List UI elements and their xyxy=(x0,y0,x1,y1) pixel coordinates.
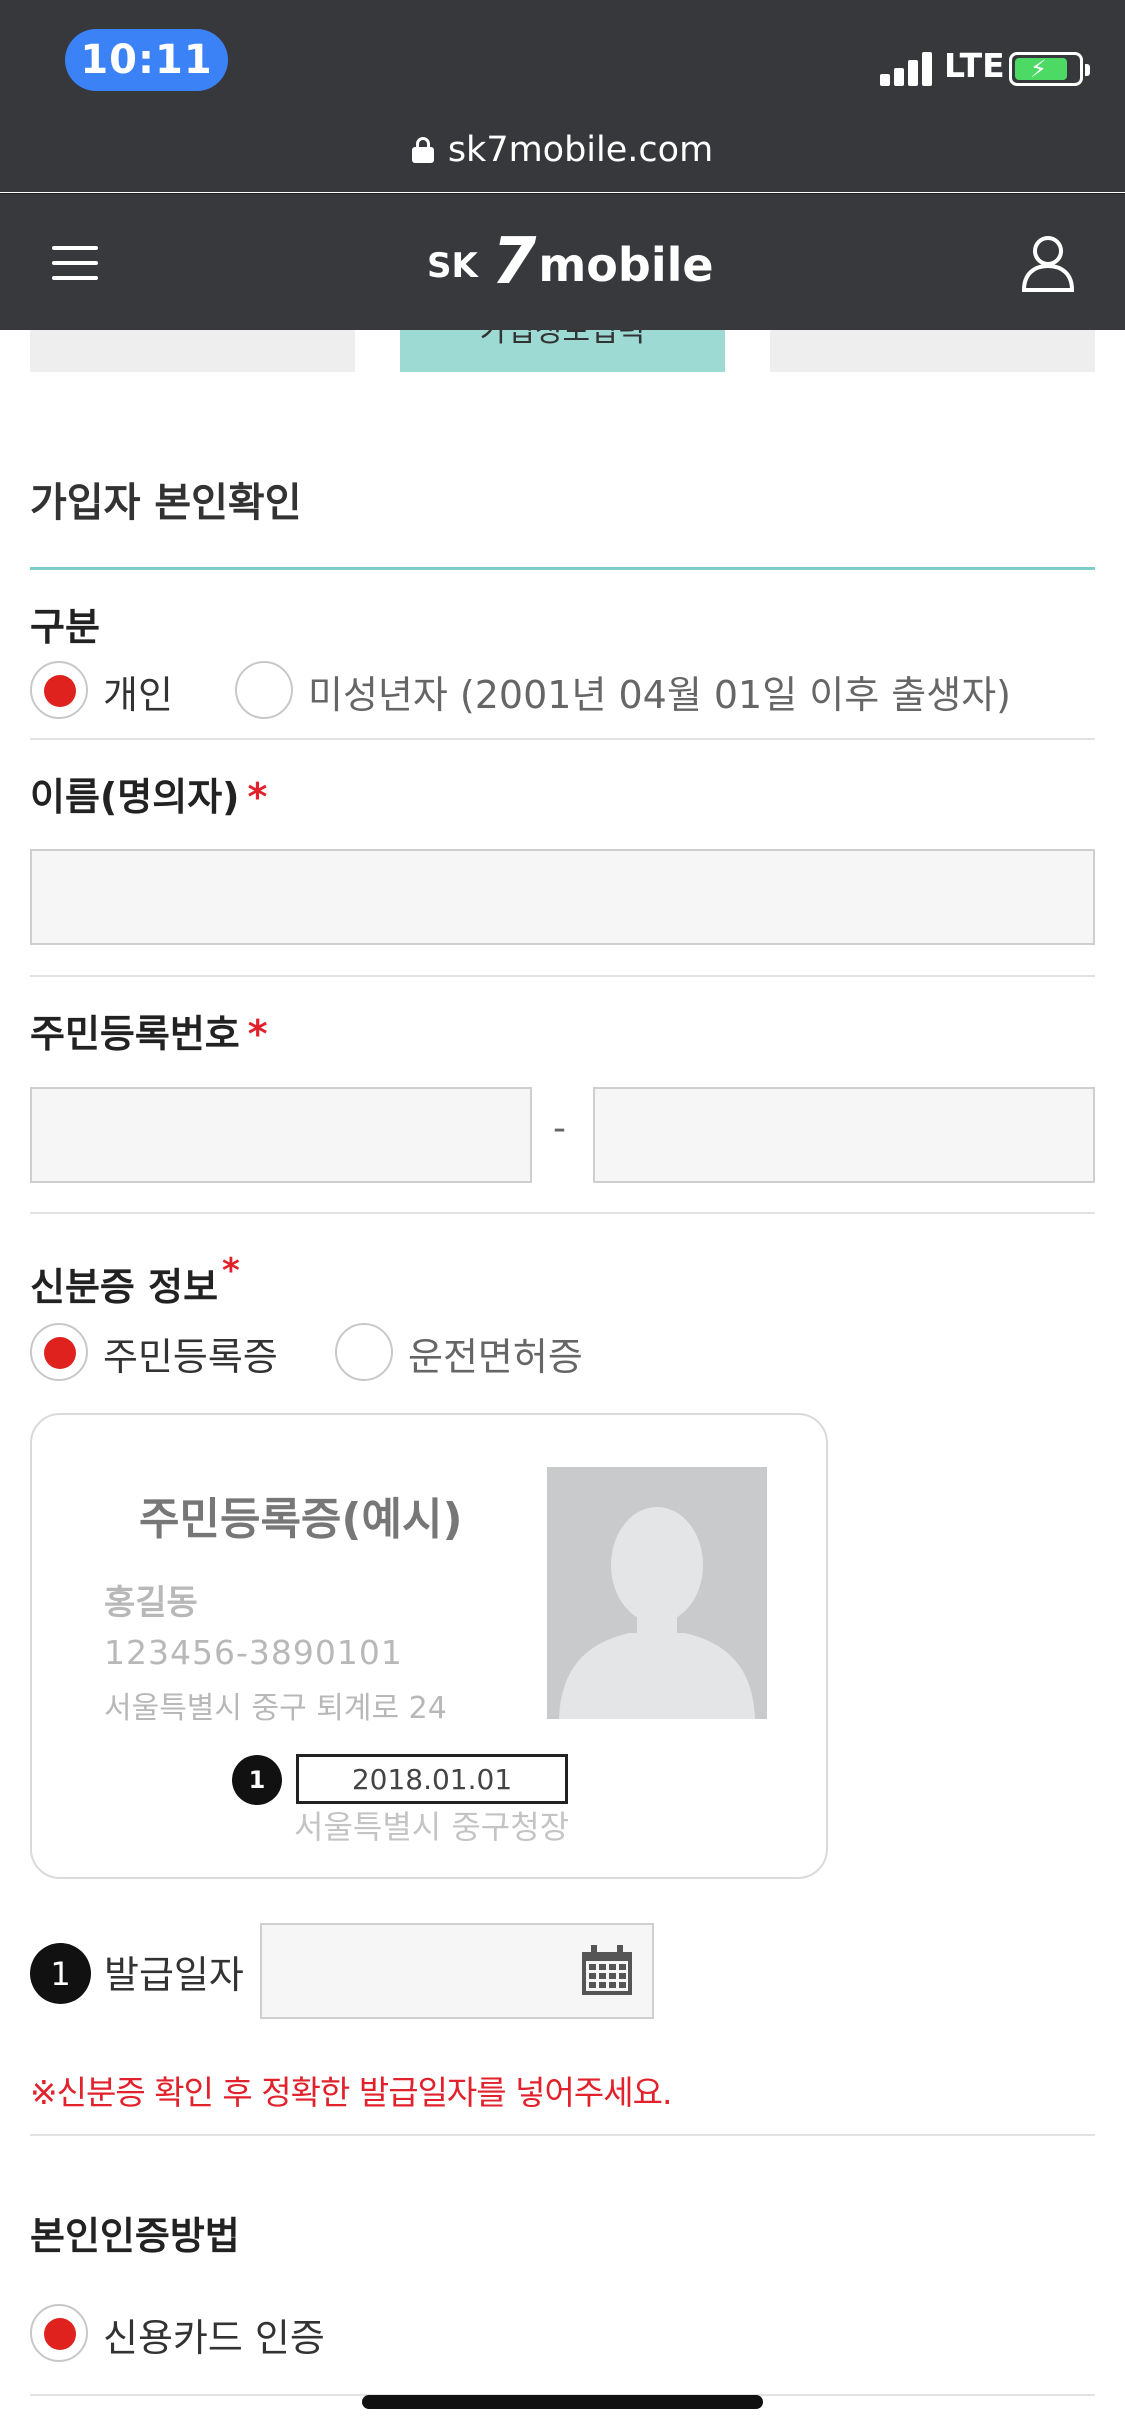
hamburger-icon[interactable] xyxy=(52,246,98,280)
rrn-label: 주민등록번호 * xyxy=(30,1003,268,1058)
id-card-photo-placeholder xyxy=(547,1467,767,1719)
calendar-icon[interactable] xyxy=(580,1945,634,1997)
step-tab-3 xyxy=(770,330,1095,372)
section-title-underline xyxy=(30,567,1095,570)
battery-icon: ⚡ xyxy=(1009,52,1090,86)
id-card-issuer: 서울특별시 중구청장 xyxy=(294,1808,570,1846)
auth-radio-credit-card-label[interactable]: 신용카드 인증 xyxy=(103,2307,325,2362)
issue-date-marker: 1 xyxy=(30,1943,91,2004)
name-label: 이름(명의자) * xyxy=(30,766,267,821)
id-radio-driver-license[interactable] xyxy=(335,1323,393,1381)
issue-date-label: 발급일자 xyxy=(104,1953,244,1997)
required-mark: * xyxy=(222,1251,240,1291)
id-info-label-text: 신분증 정보 xyxy=(30,1265,219,1309)
divider xyxy=(30,975,1095,977)
auth-method-label: 본인인증방법 xyxy=(30,2214,240,2258)
signal-icon xyxy=(880,50,935,86)
issue-date-input[interactable] xyxy=(260,1923,654,2019)
id-info-label: 신분증 정보 * xyxy=(30,1251,240,1311)
home-indicator[interactable] xyxy=(362,2395,763,2409)
id-card-title: 주민등록증(예시) xyxy=(139,1494,463,1545)
divider xyxy=(30,2134,1095,2136)
id-card-name: 홍길동 xyxy=(104,1583,198,1623)
status-time: 10:11 xyxy=(65,29,228,91)
type-radio-individual[interactable] xyxy=(30,661,88,719)
id-radio-resident-card[interactable] xyxy=(30,1323,88,1381)
name-input[interactable] xyxy=(30,849,1095,945)
rrn-separator: - xyxy=(553,1108,566,1149)
step-tab-1 xyxy=(30,330,355,372)
logo-mobile: mobile xyxy=(538,238,714,292)
id-card-marker: 1 xyxy=(232,1755,282,1805)
type-radio-minor[interactable] xyxy=(235,661,293,719)
id-card-example: 주민등록증(예시) 홍길동 123456-3890101 서울특별시 중구 퇴계… xyxy=(30,1413,828,1879)
divider xyxy=(30,738,1095,740)
logo-sk: SK xyxy=(427,246,478,286)
type-radio-minor-label[interactable]: 미성년자 (2001년 04월 01일 이후 출생자) xyxy=(308,664,1011,719)
network-label: LTE xyxy=(944,46,1005,85)
type-label: 구분 xyxy=(30,605,100,649)
id-radio-resident-card-label[interactable]: 주민등록증 xyxy=(103,1326,278,1381)
issue-date-notice: ※신분증 확인 후 정확한 발급일자를 넣어주세요. xyxy=(30,2073,672,2112)
site-logo[interactable]: SK 7 mobile xyxy=(427,225,714,299)
lock-icon xyxy=(411,137,434,163)
person-silhouette-icon xyxy=(547,1467,767,1719)
id-radio-driver-license-label[interactable]: 운전면허증 xyxy=(408,1326,583,1381)
required-mark: * xyxy=(247,775,268,819)
url-text: sk7mobile.com xyxy=(447,130,714,170)
id-card-issue-date: 2018.01.01 xyxy=(296,1754,568,1804)
divider xyxy=(30,1212,1095,1214)
step-tab-2-label: 가입정보입력 xyxy=(479,330,646,349)
user-icon[interactable] xyxy=(1020,234,1076,292)
status-bar: 10:11 LTE ⚡ sk7mobile.com xyxy=(0,0,1125,192)
site-header: SK 7 mobile xyxy=(0,193,1125,330)
auth-radio-credit-card[interactable] xyxy=(30,2304,88,2362)
step-tab-2-active: 가입정보입력 xyxy=(400,330,725,372)
address-bar[interactable]: sk7mobile.com xyxy=(0,130,1125,170)
id-card-number: 123456-3890101 xyxy=(104,1633,403,1672)
rrn-first-input[interactable] xyxy=(30,1087,532,1183)
logo-seven: 7 xyxy=(491,225,537,299)
type-radio-individual-label[interactable]: 개인 xyxy=(103,664,173,719)
name-label-text: 이름(명의자) xyxy=(30,775,240,819)
required-mark: * xyxy=(247,1012,268,1056)
id-card-address: 서울특별시 중구 퇴계로 24 xyxy=(104,1691,447,1726)
section-title: 가입자 본인확인 xyxy=(30,480,302,526)
rrn-label-text: 주민등록번호 xyxy=(30,1012,240,1056)
rrn-second-input[interactable] xyxy=(593,1087,1095,1183)
